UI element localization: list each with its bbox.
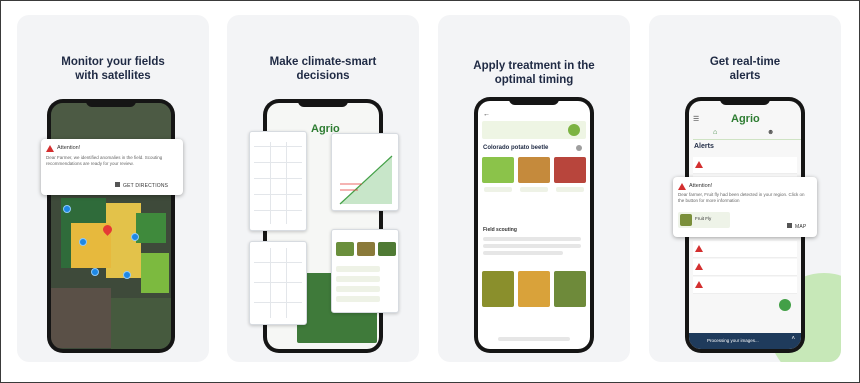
fruit-fly-alert-popup[interactable]: Attention! Dear farmer, Fruit fly had be…	[673, 177, 817, 237]
card-title-line1: Monitor your fields	[61, 56, 165, 68]
fruit-fly-label: Fruit Fly	[695, 216, 712, 221]
processing-status-bar: Processing your images... ˄	[689, 333, 801, 349]
phone-mockup: ← Colorado potato beetle Field scouting	[474, 97, 594, 353]
map-icon	[787, 223, 792, 228]
stage-photo[interactable]	[518, 157, 550, 183]
map-label: MAP	[795, 224, 807, 230]
warning-icon	[695, 161, 703, 168]
camera-fab-icon[interactable]	[779, 299, 791, 311]
section-title: Field scouting	[483, 227, 517, 233]
growth-chart-panel[interactable]	[331, 133, 399, 211]
growth-chart	[339, 155, 393, 205]
alert-body: Dear farmer, Fruit fly had been detected…	[678, 192, 805, 203]
warning-icon	[46, 145, 54, 152]
warning-icon	[695, 245, 703, 252]
phone-notch	[86, 99, 136, 107]
card-title-line2: decisions	[296, 70, 350, 82]
pest-thumbnail	[680, 214, 692, 226]
card-treatment-timing[interactable]: Apply treatment in the optimal timing ← …	[438, 15, 630, 362]
scouting-point-icon[interactable]	[63, 205, 71, 213]
card-title-line1: Apply treatment in the	[473, 60, 595, 72]
home-icon[interactable]: ⌂	[713, 129, 717, 136]
alert-list-item[interactable]	[693, 277, 797, 294]
pest-title[interactable]: Colorado potato beetle	[483, 145, 548, 151]
back-arrow-icon[interactable]: ←	[483, 111, 490, 118]
phone-notch	[720, 97, 770, 105]
fruit-fly-tag[interactable]: Fruit Fly	[678, 212, 730, 228]
scouting-photo[interactable]	[482, 271, 514, 307]
warning-icon	[695, 263, 703, 270]
card-title-line2: optimal timing	[494, 74, 574, 86]
stage-photo[interactable]	[482, 157, 514, 183]
card-title-line2: alerts	[729, 70, 761, 82]
warning-icon	[695, 281, 703, 288]
menu-icon[interactable]: ☰	[693, 115, 699, 123]
anomaly-alert-card[interactable]: Attention! Dear Farmer, we identified an…	[41, 139, 183, 195]
alert-list-item[interactable]	[693, 241, 797, 258]
alerts-header: Alerts	[694, 143, 714, 150]
warning-icon	[678, 183, 686, 190]
card-title-line2: with satellites	[75, 70, 151, 82]
stage-photo[interactable]	[554, 157, 586, 183]
card-title-line1: Get real-time	[709, 56, 781, 68]
processing-status-text: Processing your images...	[707, 338, 759, 343]
card-title-line1: Make climate-smart	[269, 56, 377, 68]
pest-risk-panel[interactable]	[331, 229, 399, 313]
chevron-up-icon[interactable]: ˄	[791, 336, 795, 342]
scouting-photo[interactable]	[518, 271, 550, 307]
phone-mockup	[47, 99, 175, 353]
weather-table-panel[interactable]	[249, 131, 307, 231]
card-realtime-alerts[interactable]: Get real-time alerts ☰ Agrio ⌂ ☻ Alerts …	[649, 15, 841, 362]
map-button[interactable]: MAP	[787, 223, 806, 230]
scouting-point-icon[interactable]	[91, 268, 99, 276]
people-icon[interactable]: ☻	[767, 129, 774, 136]
alert-heading: Attention!	[689, 183, 713, 189]
get-directions-label: GET DIRECTIONS	[123, 183, 169, 189]
alert-body: Dear Farmer, we identified anomalies in …	[46, 155, 163, 166]
directions-icon	[115, 182, 120, 187]
scouting-photo[interactable]	[554, 271, 586, 307]
info-icon[interactable]	[576, 145, 582, 151]
card-climate-decisions[interactable]: Make climate-smart decisions Agrio	[227, 15, 419, 362]
pest-detail-screen: ← Colorado potato beetle Field scouting	[478, 101, 590, 349]
card-monitor-fields[interactable]: Monitor your fields with satellites Atte…	[17, 15, 209, 362]
alert-list-item[interactable]	[693, 259, 797, 276]
screenshot-frame: Monitor your fields with satellites Atte…	[0, 0, 860, 383]
get-directions-button[interactable]: GET DIRECTIONS	[115, 182, 168, 189]
alert-list-item[interactable]	[693, 157, 797, 174]
agrio-logo: Agrio	[731, 113, 760, 125]
scouting-point-icon[interactable]	[131, 233, 139, 241]
phone-notch	[298, 99, 348, 107]
forecast-grid-panel[interactable]	[249, 241, 307, 325]
alert-heading: Attention!	[57, 145, 81, 151]
scouting-point-icon[interactable]	[79, 238, 87, 246]
scouting-point-icon[interactable]	[123, 271, 131, 279]
phone-notch	[509, 97, 559, 105]
crop-stage-strip[interactable]	[482, 121, 586, 139]
